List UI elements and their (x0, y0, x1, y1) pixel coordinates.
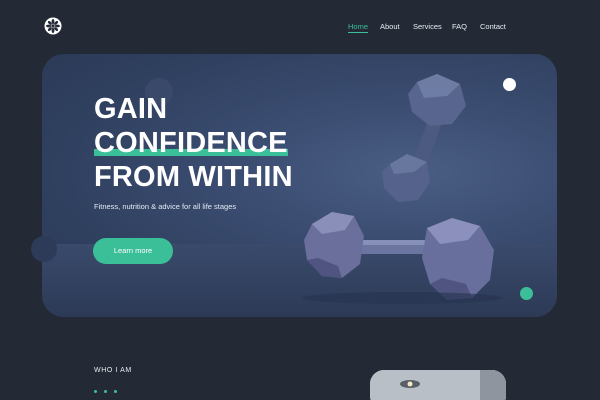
section-heading: WHO I AM (94, 367, 132, 374)
hero-title: GAIN CONFIDENCE FROM WITHIN (94, 92, 293, 194)
hero-title-line2: CONFIDENCE (94, 127, 288, 159)
hero-title-line1: GAIN (94, 93, 168, 125)
decor-circle (503, 78, 516, 91)
main-nav: Home About Services FAQ Contact (0, 22, 600, 34)
interior-photo (370, 370, 506, 400)
nav-home[interactable]: Home (348, 22, 369, 33)
heading-dots (94, 380, 124, 398)
hero-title-line3: FROM WITHIN (94, 161, 293, 193)
learn-more-button[interactable]: Learn more (93, 238, 173, 264)
nav-services[interactable]: Services (413, 22, 442, 31)
nav-faq[interactable]: FAQ (452, 22, 467, 31)
nav-about[interactable]: About (380, 22, 400, 31)
hero-subtitle: Fitness, nutrition & advice for all life… (94, 202, 237, 211)
decor-circle (31, 236, 57, 262)
decor-circle (520, 287, 533, 300)
nav-contact[interactable]: Contact (480, 22, 506, 31)
